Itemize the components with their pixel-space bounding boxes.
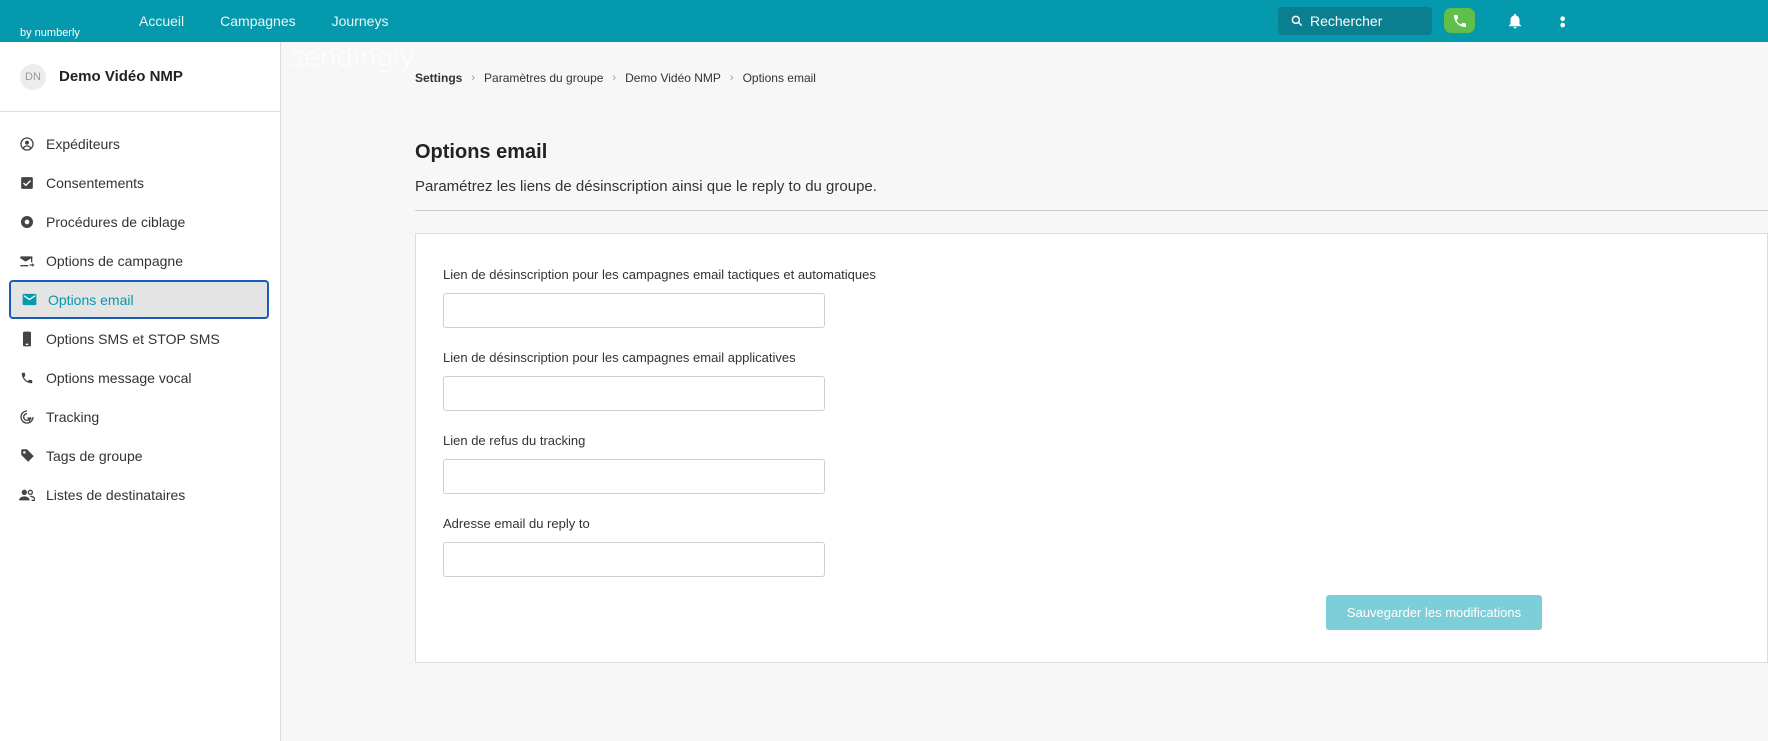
sidebar-item-label: Consentements [46, 174, 145, 191]
page-description: Paramétrez les liens de désinscription a… [415, 178, 877, 195]
sidebar-item-label: Listes de destinataires [46, 486, 186, 503]
sidebar-item-listes[interactable]: Listes de destinataires [0, 475, 280, 514]
breadcrumb-group[interactable]: Demo Vidéo NMP [625, 71, 721, 85]
mail-icon [21, 292, 37, 308]
sidebar-item-options-campagne[interactable]: Options de campagne [0, 241, 280, 280]
field-label-unsubscribe-applicative: Lien de désinscription pour les campagne… [443, 350, 796, 365]
mobile-icon [19, 331, 35, 347]
sidebar-item-procedures[interactable]: Procédures de ciblage [0, 202, 280, 241]
sidebar-item-consentements[interactable]: Consentements [0, 163, 280, 202]
unsubscribe-tactical-input[interactable] [443, 293, 825, 328]
sidebar-item-label: Tags de groupe [46, 447, 143, 464]
save-button[interactable]: Sauvegarder les modifications [1326, 595, 1542, 630]
tag-icon [19, 448, 35, 464]
settings-sidebar: DN Demo Vidéo NMP Expéditeurs Consenteme… [0, 42, 281, 741]
search-placeholder: Rechercher [1310, 13, 1383, 29]
sidebar-item-tags[interactable]: Tags de groupe [0, 436, 280, 475]
sidebar-item-label: Tracking [46, 408, 100, 425]
sidebar-item-options-email[interactable]: Options email [9, 280, 269, 319]
mail-send-icon [19, 253, 35, 269]
unsubscribe-applicative-input[interactable] [443, 376, 825, 411]
phone-icon [19, 370, 35, 386]
sidebar-item-label: Options SMS et STOP SMS [46, 330, 220, 347]
sidebar-menu: Expéditeurs Consentements Procédures de … [0, 112, 280, 514]
breadcrumb-parametres[interactable]: Paramètres du groupe [484, 71, 603, 85]
sidebar-item-label: Procédures de ciblage [46, 213, 186, 230]
sidebar-item-expediteurs[interactable]: Expéditeurs [0, 124, 280, 163]
nav-accueil[interactable]: Accueil [139, 0, 184, 42]
tracking-refusal-input[interactable] [443, 459, 825, 494]
group-header: DN Demo Vidéo NMP [0, 42, 280, 112]
chevron-right-icon: › [612, 72, 617, 84]
field-label-reply-to: Adresse email du reply to [443, 516, 590, 531]
overflow-icon[interactable] [1558, 13, 1572, 29]
chevron-right-icon: › [729, 72, 734, 84]
main-nav: Accueil Campagnes Journeys [139, 0, 424, 42]
sidebar-item-options-vocal[interactable]: Options message vocal [0, 358, 280, 397]
sidebar-item-tracking[interactable]: Tracking [0, 397, 280, 436]
breadcrumb: Settings › Paramètres du groupe › Demo V… [415, 71, 816, 85]
tracking-icon [19, 409, 35, 425]
user-circle-icon [19, 136, 35, 152]
breadcrumb-settings[interactable]: Settings [415, 71, 462, 85]
reply-to-input[interactable] [443, 542, 825, 577]
divider [415, 210, 1768, 211]
sidebar-item-label: Options de campagne [46, 252, 183, 269]
sidebar-item-label: Expéditeurs [46, 135, 120, 152]
nav-journeys[interactable]: Journeys [332, 0, 389, 42]
chevron-right-icon: › [471, 72, 476, 84]
bell-icon[interactable] [1506, 11, 1524, 31]
breadcrumb-current: Options email [742, 71, 816, 85]
field-label-unsubscribe-tactical: Lien de désinscription pour les campagne… [443, 267, 876, 282]
checkbox-icon [19, 175, 35, 191]
phone-icon [1453, 14, 1466, 27]
top-bar: sendingly by numberly Accueil Campagnes … [0, 0, 1768, 71]
email-options-form: Lien de désinscription pour les campagne… [415, 233, 1768, 663]
target-icon [19, 214, 35, 230]
search-icon [1291, 15, 1303, 27]
field-label-tracking-refusal: Lien de refus du tracking [443, 433, 586, 448]
page-title: Options email [415, 141, 548, 163]
sidebar-item-label: Options message vocal [46, 369, 192, 386]
group-name: Demo Vidéo NMP [59, 68, 183, 85]
main-content: Settings › Paramètres du groupe › Demo V… [282, 42, 1768, 741]
sidebar-item-options-sms[interactable]: Options SMS et STOP SMS [0, 319, 280, 358]
people-icon [19, 487, 35, 503]
nav-campagnes[interactable]: Campagnes [220, 0, 296, 42]
phone-button[interactable] [1444, 8, 1475, 33]
logo-subtext: by numberly [20, 27, 80, 39]
search-box[interactable]: Rechercher [1278, 7, 1432, 35]
sidebar-item-label: Options email [48, 291, 134, 308]
avatar: DN [20, 63, 46, 90]
